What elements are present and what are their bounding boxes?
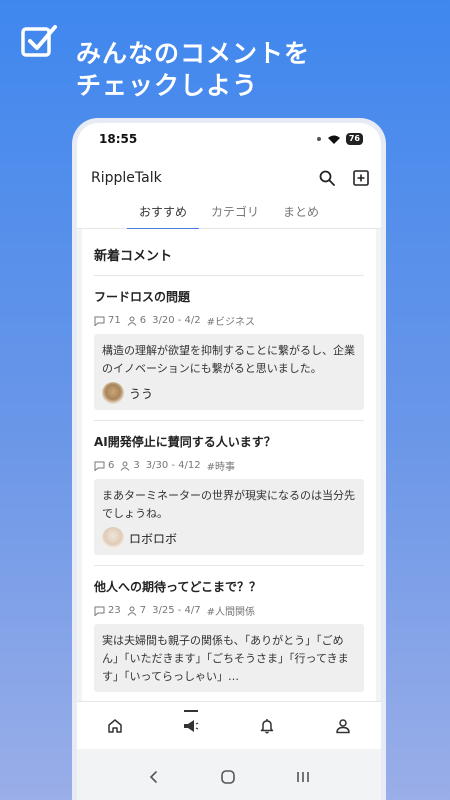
bell-icon bbox=[260, 718, 274, 733]
comment-count-value: 71 bbox=[108, 315, 121, 326]
system-navigation bbox=[77, 749, 381, 800]
post-tag[interactable]: #ビジネス bbox=[207, 313, 255, 328]
user-count: 6 bbox=[127, 315, 146, 326]
avatar bbox=[102, 382, 124, 404]
person-icon bbox=[336, 718, 350, 733]
checkbox-icon bbox=[21, 25, 57, 57]
comment-bubble: 実は夫婦間も親子の関係も、「ありがとう」「ごめん」「いただきます」「ごちそうさま… bbox=[94, 624, 364, 692]
author-name: ロボロボ bbox=[129, 531, 178, 546]
home-icon bbox=[108, 718, 122, 733]
promo-headline: みんなのコメントを チェックしよう bbox=[76, 38, 310, 102]
post-dates: 3/30 - 4/12 bbox=[145, 460, 201, 471]
comment-bubble: まあターミネーターの世界が現実になるのは当分先でしょうね。 ロボロボ bbox=[94, 479, 364, 555]
author-name: うう bbox=[129, 386, 154, 401]
comment-bubble: 構造の理解が欲望を抑制することに繋がるし、企業のイノベーションにも繋がると思いま… bbox=[94, 334, 364, 410]
comment-icon bbox=[94, 316, 105, 326]
nav-notifications[interactable] bbox=[247, 706, 287, 746]
person-icon bbox=[120, 461, 130, 471]
app-bar: RippleTalk bbox=[77, 155, 381, 201]
nav-announcements[interactable] bbox=[171, 706, 211, 746]
post-dates: 3/20 - 4/2 bbox=[152, 315, 201, 326]
post-meta: 23 7 3/25 - 4/7 #人間関係 bbox=[94, 603, 364, 618]
app-title: RippleTalk bbox=[91, 170, 162, 186]
status-time: 18:55 bbox=[99, 132, 138, 146]
content-area: 新着コメント フードロスの問題 71 6 3/20 - 4/2 #ビジネス 構造… bbox=[77, 229, 381, 701]
battery-indicator: 76 bbox=[345, 133, 363, 145]
person-icon bbox=[127, 606, 137, 616]
status-bar: 18:55 76 bbox=[77, 123, 381, 155]
back-icon[interactable] bbox=[147, 770, 161, 784]
tab-recommended[interactable]: おすすめ bbox=[126, 201, 199, 230]
comment-icon bbox=[94, 461, 105, 471]
nav-home[interactable] bbox=[95, 706, 135, 746]
app-bar-actions bbox=[319, 170, 369, 186]
status-icons: 76 bbox=[316, 133, 363, 145]
comment-author[interactable]: ロボロボ bbox=[102, 527, 356, 549]
megaphone-icon bbox=[184, 719, 199, 732]
post-title: 他人への期待ってどこまで？？ bbox=[94, 580, 262, 594]
search-icon[interactable] bbox=[319, 170, 335, 186]
comment-author[interactable]: うう bbox=[102, 382, 356, 404]
comment-text: 構造の理解が欲望を抑制することに繋がるし、企業のイノベーションにも繋がると思いま… bbox=[102, 344, 355, 375]
comment-icon bbox=[94, 606, 105, 616]
promo-line-2: チェックしよう bbox=[76, 71, 259, 100]
post-meta: 6 3 3/30 - 4/12 #時事 bbox=[94, 458, 364, 473]
comment-count-value: 6 bbox=[108, 460, 115, 471]
comment-count-value: 23 bbox=[108, 605, 121, 616]
user-count: 7 bbox=[127, 605, 146, 616]
add-square-icon[interactable] bbox=[353, 170, 369, 186]
comment-text: 実は夫婦間も親子の関係も、「ありがとう」「ごめん」「いただきます」「ごちそうさま… bbox=[102, 634, 349, 683]
comment-count: 71 bbox=[94, 315, 121, 326]
wifi-icon bbox=[327, 135, 340, 144]
post-title: フードロスの問題 bbox=[94, 290, 191, 304]
home-button-icon[interactable] bbox=[220, 769, 236, 785]
post-tag[interactable]: #人間関係 bbox=[207, 603, 255, 618]
post-tag[interactable]: #時事 bbox=[207, 458, 235, 473]
post-card[interactable]: AI開発停止に賛同する人います？ 6 3 3/30 - 4/12 #時事 まあタ… bbox=[94, 421, 364, 566]
tab-category[interactable]: カテゴリ bbox=[199, 201, 271, 229]
section-title: 新着コメント bbox=[94, 229, 364, 276]
recent-apps-icon[interactable] bbox=[295, 769, 311, 785]
dot-icon bbox=[316, 137, 321, 141]
post-dates: 3/25 - 4/7 bbox=[152, 605, 201, 616]
phone-frame: 18:55 76 RippleTalk おすすめ カテゴリ まとめ 新着コメント… bbox=[72, 118, 386, 800]
user-count-value: 6 bbox=[139, 315, 147, 326]
tab-bar: おすすめ カテゴリ まとめ bbox=[77, 201, 381, 230]
post-card[interactable]: 他人への期待ってどこまで？？ 23 7 3/25 - 4/7 #人間関係 実は夫… bbox=[94, 566, 364, 701]
post-title: AI開発停止に賛同する人います？ bbox=[94, 435, 276, 449]
user-count: 3 bbox=[120, 460, 140, 471]
avatar bbox=[102, 527, 124, 549]
bottom-navigation bbox=[77, 701, 381, 749]
comment-count: 6 bbox=[94, 460, 114, 471]
post-card[interactable]: フードロスの問題 71 6 3/20 - 4/2 #ビジネス 構造の理解が欲望を… bbox=[94, 276, 364, 421]
comment-text: まあターミネーターの世界が現実になるのは当分先でしょうね。 bbox=[102, 489, 355, 520]
person-icon bbox=[127, 316, 137, 326]
nav-profile[interactable] bbox=[323, 706, 363, 746]
user-count-value: 7 bbox=[139, 605, 147, 616]
user-count-value: 3 bbox=[133, 460, 140, 471]
comment-count: 23 bbox=[94, 605, 121, 616]
post-meta: 71 6 3/20 - 4/2 #ビジネス bbox=[94, 313, 364, 328]
promo-line-1: みんなのコメントを bbox=[76, 39, 311, 68]
tab-summary[interactable]: まとめ bbox=[271, 201, 331, 229]
comment-feed: 新着コメント フードロスの問題 71 6 3/20 - 4/2 #ビジネス 構造… bbox=[82, 229, 376, 701]
